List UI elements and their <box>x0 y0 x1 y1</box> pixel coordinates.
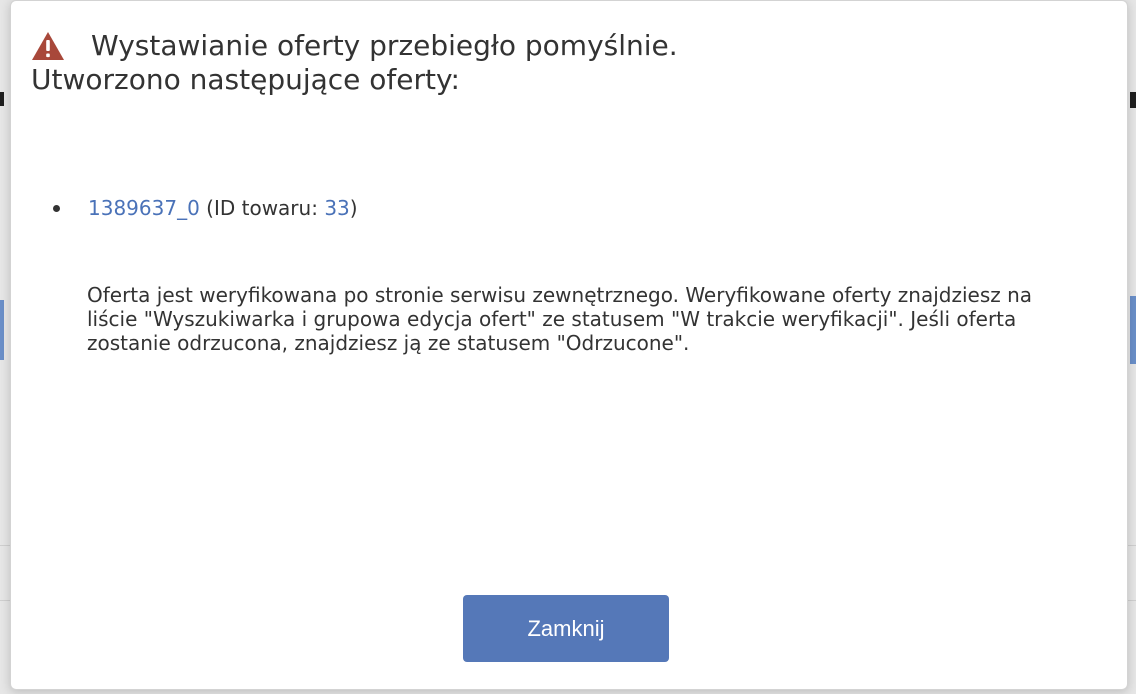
offer-list: 1389637_0 (ID towaru: 33 ) <box>53 193 358 223</box>
success-dialog: Wystawianie oferty przebiegło pomyślnie.… <box>10 0 1128 690</box>
background-fragment <box>0 300 4 360</box>
background-fragment <box>1130 296 1136 364</box>
background-fragment <box>1130 92 1136 108</box>
product-id-suffix: ) <box>349 196 358 220</box>
close-button[interactable]: Zamknij <box>463 595 669 662</box>
verification-note: Oferta jest weryfikowana po stronie serw… <box>87 283 1033 355</box>
warning-triangle-icon <box>32 32 64 60</box>
dialog-subtitle: Utworzono następujące oferty: <box>31 63 460 96</box>
offer-id-link[interactable]: 1389637_0 <box>88 193 200 223</box>
product-id-prefix: (ID towaru: <box>199 196 325 220</box>
background-fragment <box>0 92 4 106</box>
list-item: 1389637_0 (ID towaru: 33 ) <box>53 193 358 223</box>
dialog-title: Wystawianie oferty przebiegło pomyślnie. <box>91 29 678 62</box>
dialog-title-row: Wystawianie oferty przebiegło pomyślnie. <box>31 29 1107 63</box>
bullet-icon <box>53 204 60 212</box>
dialog-header: Wystawianie oferty przebiegło pomyślnie.… <box>31 29 1107 97</box>
product-id-link[interactable]: 33 <box>324 193 349 223</box>
